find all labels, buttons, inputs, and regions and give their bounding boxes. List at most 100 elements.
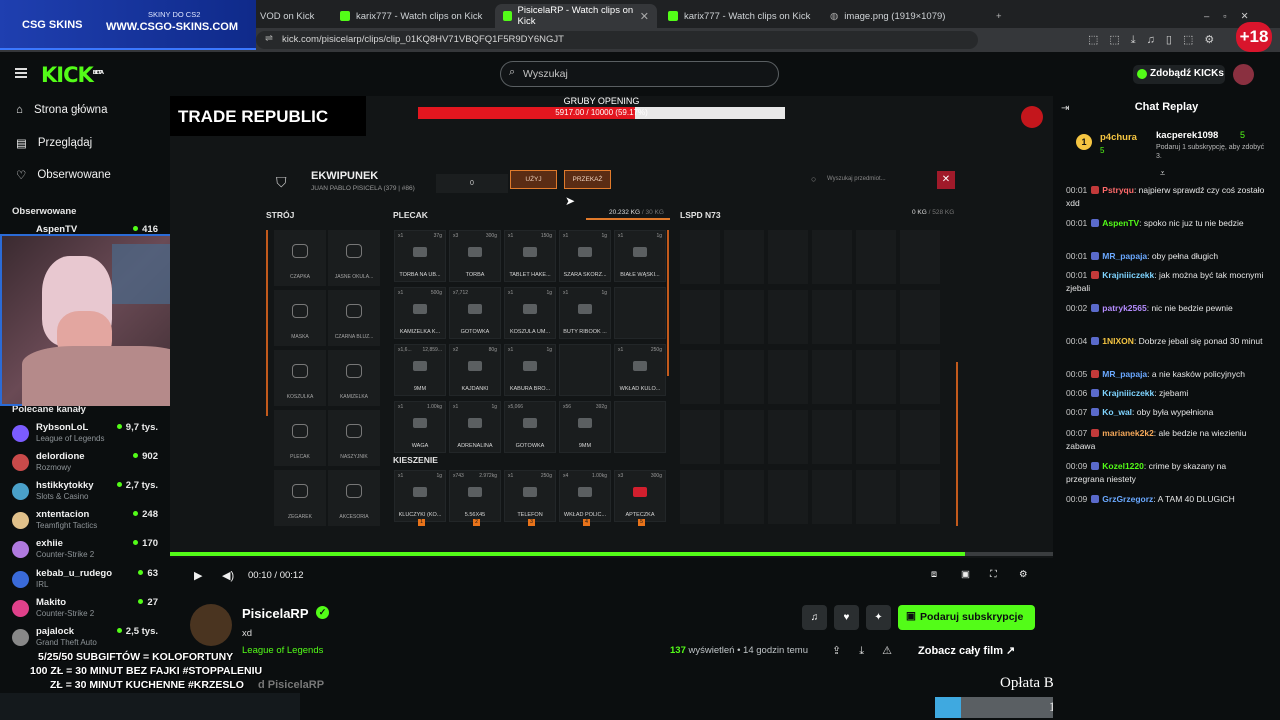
empty-slot[interactable]: [680, 290, 720, 344]
expand-icon[interactable]: ⩡: [1160, 168, 1165, 179]
equipment-slot[interactable]: CZAPKA: [274, 230, 326, 286]
inventory-slot[interactable]: x1 250g WKŁAD KULO...: [614, 344, 666, 396]
chat-username[interactable]: GrzGrzegorz: [1102, 494, 1153, 504]
recommended-channel[interactable]: delordione Rozmowy 902: [12, 451, 162, 479]
gift-sub-button[interactable]: ▣ Podaruj subskrypcje: [898, 605, 1035, 630]
empty-slot[interactable]: [812, 350, 852, 404]
empty-slot[interactable]: [680, 410, 720, 464]
channel-avatar[interactable]: [12, 541, 29, 558]
pocket-slot[interactable]: x1 250g TELEFON 3: [504, 470, 556, 526]
recommended-channel[interactable]: Makito Counter-Strike 2 27: [12, 597, 162, 625]
inventory-slot[interactable]: [614, 401, 666, 453]
clip-icon[interactable]: ⧈: [931, 569, 937, 580]
recommended-channel[interactable]: kebab_u_rudego IRL 63: [12, 568, 162, 596]
empty-slot[interactable]: [856, 350, 896, 404]
inventory-slot[interactable]: x1 1.00kg WAGA: [394, 401, 446, 453]
empty-slot[interactable]: [680, 230, 720, 284]
theater-mode-icon[interactable]: ▣: [961, 569, 970, 580]
inventory-slot[interactable]: x1 37g TORBA NA UB...: [394, 230, 446, 282]
use-button[interactable]: UŻYJ: [510, 170, 557, 189]
empty-slot[interactable]: [900, 410, 940, 464]
empty-slot[interactable]: [768, 470, 808, 524]
inventory-slot[interactable]: x1 1g KABURA BRO...: [504, 344, 556, 396]
recommended-channel[interactable]: exhiie Counter-Strike 2 170: [12, 538, 162, 566]
inventory-slot[interactable]: x1 1g BUTY RIBOOK ...: [559, 287, 611, 339]
empty-slot[interactable]: [724, 290, 764, 344]
browser-tab[interactable]: karix777 - Watch clips on Kick: [332, 4, 492, 28]
browser-tab[interactable]: VOD on Kick: [252, 4, 332, 28]
ad-banner[interactable]: CSG SKINS SKINY DO CS2 WWW.CSGO-SKINS.CO…: [0, 0, 256, 50]
inventory-slot[interactable]: x56 392g 9MM: [559, 401, 611, 453]
empty-slot[interactable]: [768, 290, 808, 344]
chat-username[interactable]: 1NIXON: [1102, 336, 1134, 346]
pocket-slot[interactable]: x3 300g APTECZKA 5: [614, 470, 666, 526]
empty-slot[interactable]: [768, 410, 808, 464]
amount-input[interactable]: 0: [436, 174, 508, 193]
browser-toolbar-icons[interactable]: ⬚⬚⤓♫▯⬚⚙: [1088, 33, 1225, 47]
sidebar-item-following[interactable]: ♡ Obserwowane: [16, 168, 111, 182]
recommended-channel[interactable]: hstikkytokky Slots & Casino 2,7 tys.: [12, 480, 162, 508]
close-tab-icon[interactable]: ✕: [640, 10, 649, 23]
channel-avatar[interactable]: [190, 604, 232, 646]
empty-slot[interactable]: [724, 350, 764, 404]
empty-slot[interactable]: [856, 230, 896, 284]
equipment-slot[interactable]: NASZYJNIK: [328, 410, 380, 466]
chat-username[interactable]: Kozel1220: [1102, 461, 1144, 471]
equipment-slot[interactable]: ZEGAREK: [274, 470, 326, 526]
inventory-slot[interactable]: [614, 287, 666, 339]
empty-slot[interactable]: [900, 470, 940, 524]
empty-slot[interactable]: [812, 230, 852, 284]
inventory-slot[interactable]: x1 1g KOSZULA UM...: [504, 287, 556, 339]
follow-heart-icon[interactable]: ♥: [834, 605, 859, 630]
channel-name[interactable]: PisicelaRP: [242, 606, 309, 621]
empty-slot[interactable]: [812, 410, 852, 464]
notification-bell-icon[interactable]: ♫: [802, 605, 827, 630]
empty-slot[interactable]: [812, 470, 852, 524]
search-input[interactable]: ⌕ Wyszukaj: [500, 61, 779, 87]
chat-username[interactable]: Krajniiiczekk: [1102, 270, 1154, 280]
browser-tab-active[interactable]: PisicelaRP - Watch clips on Kick ✕: [495, 4, 657, 28]
volume-icon[interactable]: ◀): [222, 569, 234, 582]
inventory-slot[interactable]: x1 150g TABLET HAKE...: [504, 230, 556, 282]
recommended-channel[interactable]: RybsonLoL League of Legends 9,7 tys.: [12, 422, 162, 450]
browser-tab[interactable]: karix777 - Watch clips on Kick: [660, 4, 820, 28]
empty-slot[interactable]: [724, 470, 764, 524]
equipment-slot[interactable]: PLECAK: [274, 410, 326, 466]
inventory-slot[interactable]: x1 1g SZARA SKÓRZ...: [559, 230, 611, 282]
empty-slot[interactable]: [768, 350, 808, 404]
share-download-report-icons[interactable]: ⇪⤓⚠: [832, 644, 910, 658]
equipment-slot[interactable]: MASKA: [274, 290, 326, 346]
play-icon[interactable]: ▶: [194, 569, 202, 582]
new-tab-button[interactable]: +: [988, 4, 1008, 28]
fullscreen-icon[interactable]: ⛶: [990, 569, 997, 580]
empty-slot[interactable]: [900, 350, 940, 404]
empty-slot[interactable]: [680, 350, 720, 404]
browser-tab[interactable]: ◍ image.png (1919×1079): [822, 4, 982, 28]
empty-slot[interactable]: [856, 410, 896, 464]
settings-icon[interactable]: ⚙: [1019, 569, 1028, 580]
sidebar-item-home[interactable]: ⌂ Strona główna: [16, 104, 107, 116]
pocket-slot[interactable]: x743 2.972kg 5.56X45 2: [449, 470, 501, 526]
user-avatar[interactable]: [1233, 64, 1254, 85]
site-info-icon[interactable]: ⇌: [265, 33, 273, 44]
kick-logo[interactable]: KICKBETA: [41, 63, 104, 87]
pocket-slot[interactable]: x1 1g KLUCZYKI (KO... 1: [394, 470, 446, 526]
channel-avatar[interactable]: [12, 425, 29, 442]
chat-username[interactable]: marianek2k2: [1102, 428, 1154, 438]
recommended-channel[interactable]: xntentacion Teamfight Tactics 248: [12, 509, 162, 537]
empty-slot[interactable]: [900, 230, 940, 284]
empty-slot[interactable]: [856, 290, 896, 344]
pocket-slot[interactable]: x4 1.00kg WKŁAD POLIC... 4: [559, 470, 611, 526]
equipment-slot[interactable]: CZARNA BLUZ...: [328, 290, 380, 346]
channel-avatar[interactable]: [12, 483, 29, 500]
chat-username[interactable]: Krajniiiczekk: [1102, 388, 1154, 398]
chat-username[interactable]: Pstryqu: [1102, 185, 1134, 195]
item-search-input[interactable]: ○ Wyszukaj przedmiot...: [808, 172, 936, 188]
empty-slot[interactable]: [768, 230, 808, 284]
empty-slot[interactable]: [812, 290, 852, 344]
chat-username[interactable]: AspenTV: [1102, 218, 1139, 228]
inventory-slot[interactable]: [559, 344, 611, 396]
equipment-slot[interactable]: JASNE OKULA...: [328, 230, 380, 286]
give-button[interactable]: PRZEKAŻ: [564, 170, 611, 189]
sparkle-icon[interactable]: ✦: [866, 605, 891, 630]
